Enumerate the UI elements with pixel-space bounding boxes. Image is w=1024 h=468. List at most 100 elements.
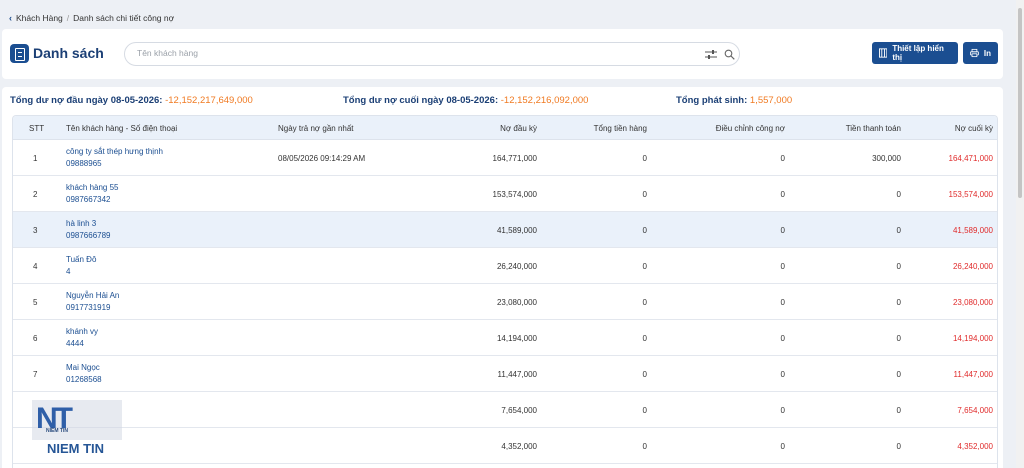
row-customer[interactable]: Tuấn Đô 4 [66,254,96,278]
table-row[interactable]: 1 08/05/2026 09:14:29 AM 164,771,000 0 0 300,… [13,140,997,176]
breadcrumb-parent[interactable]: Khách Hàng [16,13,63,23]
column-header-last-payment[interactable]: Ngày trả nợ gần nhất [278,124,354,133]
summary-opening-value: -12,152,217,649,000 [165,95,253,106]
row-opening-debt: 7,654,000 [501,406,537,415]
row-stt: 4 [33,262,38,271]
row-customer-name[interactable]: khánh vy [66,326,98,338]
row-last-payment-date: 08/05/2026 09:14:29 AM [278,154,366,163]
breadcrumb-separator: / [66,13,70,23]
row-customer-name[interactable]: công ty sắt thép hưng thịnh [66,146,163,158]
row-payment: 0 [896,298,901,307]
row-debt-adjustment: 0 [780,154,785,163]
row-stt: 6 [33,334,38,343]
summary-opening-label: Tổng dư nợ đầu ngày 08-05-2026: [10,95,163,106]
page-scrollbar-thumb[interactable] [1018,8,1022,198]
row-goods-total: 0 [642,226,647,235]
row-customer[interactable]: công ty sắt thép hưng thịnh 09888965 [66,146,163,170]
row-debt-adjustment: 0 [780,406,785,415]
filter-sliders-icon[interactable] [705,49,717,60]
row-opening-debt: 4,352,000 [501,442,537,451]
display-settings-button[interactable]: Thiết lập hiển thị [872,42,958,64]
row-stt: 2 [33,190,38,199]
printer-icon [970,48,979,58]
row-stt: 7 [33,370,38,379]
column-header-closing-debt[interactable]: Nợ cuối kỳ [893,124,993,133]
row-debt-adjustment: 0 [780,334,785,343]
row-debt-adjustment: 0 [780,442,785,451]
row-closing-debt: 14,194,000 [952,334,993,343]
column-header-stt[interactable]: STT [29,124,44,133]
row-customer-name[interactable]: Mai Ngọc [66,362,102,374]
row-goods-total: 0 [642,442,647,451]
row-goods-total: 0 [642,298,647,307]
row-customer-phone: 4 [66,267,71,276]
row-customer-phone: 0987667342 [66,195,111,204]
row-debt-adjustment: 0 [780,370,785,379]
column-header-payment[interactable]: Tiền thanh toán [801,124,901,133]
column-header-debt-adjustment[interactable]: Điều chỉnh công nợ [655,124,785,133]
row-payment: 0 [896,442,901,451]
table-row[interactable]: 7,654,000 0 0 0 7,654,000 [13,392,997,428]
table-row[interactable]: 7 11,447,000 0 0 0 11,447,000 Mai Ngọc 01268568 [13,356,997,392]
chevron-left-icon[interactable]: ‹ [9,13,12,23]
row-customer[interactable]: khách hàng 55 0987667342 [66,182,119,206]
row-payment: 0 [896,226,901,235]
summary-closing-label: Tổng dư nợ cuối ngày 08-05-2026: [343,95,499,106]
watermark-small-text: NIỀM TIN [46,428,68,434]
summary-closing: Tổng dư nợ cuối ngày 08-05-2026: -12,152… [343,95,588,106]
row-stt: 1 [33,154,38,163]
row-customer[interactable]: khánh vy 4444 [66,326,98,350]
column-header-goods-total[interactable]: Tổng tiền hàng [547,124,647,133]
row-debt-adjustment: 0 [780,298,785,307]
search-box[interactable] [124,42,740,66]
row-stt: 3 [33,226,38,235]
row-payment: 0 [896,406,901,415]
row-closing-debt: 7,654,000 [957,406,993,415]
column-header-customer[interactable]: Tên khách hàng - Số điện thoại [66,124,177,133]
row-customer[interactable]: Nguyễn Hải An 0917731919 [66,290,119,314]
row-customer-name[interactable]: Nguyễn Hải An [66,290,119,302]
row-customer-phone: 01268568 [66,375,102,384]
print-button[interactable]: In [963,42,998,64]
row-payment: 0 [896,334,901,343]
table-row[interactable]: 4,352,000 0 0 0 4,352,000 [13,428,997,464]
row-customer-name[interactable]: hà linh 3 [66,218,111,230]
row-customer-phone: 0917731919 [66,303,111,312]
row-customer[interactable]: hà linh 3 0987666789 [66,218,111,242]
column-header-opening-debt[interactable]: Nợ đầu kỳ [437,124,537,133]
row-stt: 5 [33,298,38,307]
row-payment: 0 [896,370,901,379]
row-customer-phone: 09888965 [66,159,102,168]
row-closing-debt: 26,240,000 [952,262,993,271]
row-closing-debt: 23,080,000 [952,298,993,307]
columns-icon [879,48,888,58]
row-debt-adjustment: 0 [780,226,785,235]
row-closing-debt: 4,352,000 [957,442,993,451]
row-goods-total: 0 [642,406,647,415]
summary-closing-value: -12,152,216,092,000 [500,95,589,106]
row-opening-debt: 11,447,000 [497,370,537,379]
table-row[interactable]: 2 153,574,000 0 0 0 153,574,000 khách hàng 55 0… [13,176,997,212]
display-settings-label: Thiết lập hiển thị [892,44,944,62]
row-closing-debt: 11,447,000 [953,370,993,379]
watermark-text: NIEM TIN [47,441,105,456]
table-header: STT Tên khách hàng - Số điện thoại Ngày … [13,116,997,140]
page-title: Danh sách [33,45,104,61]
row-customer[interactable]: Mai Ngọc 01268568 [66,362,102,386]
debt-table: STT Tên khách hàng - Số điện thoại Ngày … [12,115,998,468]
table-row[interactable]: 6 14,194,000 0 0 0 14,194,000 khánh vy 4444 [13,320,997,356]
search-icon[interactable] [724,49,735,60]
breadcrumb-current: Danh sách chi tiết công nợ [73,13,175,23]
table-row[interactable]: 3 41,589,000 0 0 0 41,589,000 hà linh 3 0987666… [13,212,997,248]
row-opening-debt: 153,574,000 [492,190,538,199]
print-label: In [983,48,991,58]
summary-incurred: Tổng phát sinh: 1,557,000 [676,95,792,106]
row-customer-phone: 4444 [66,339,84,348]
search-input[interactable] [137,48,687,58]
row-customer-name[interactable]: Tuấn Đô [66,254,96,266]
row-customer-phone: 0987666789 [66,231,111,240]
table-row[interactable]: 4 26,240,000 0 0 0 26,240,000 Tuấn Đô 4 [13,248,997,284]
table-row[interactable]: 5 23,080,000 0 0 0 23,080,000 Nguyễn Hải An 091… [13,284,997,320]
row-debt-adjustment: 0 [780,190,785,199]
row-customer-name[interactable]: khách hàng 55 [66,182,119,194]
